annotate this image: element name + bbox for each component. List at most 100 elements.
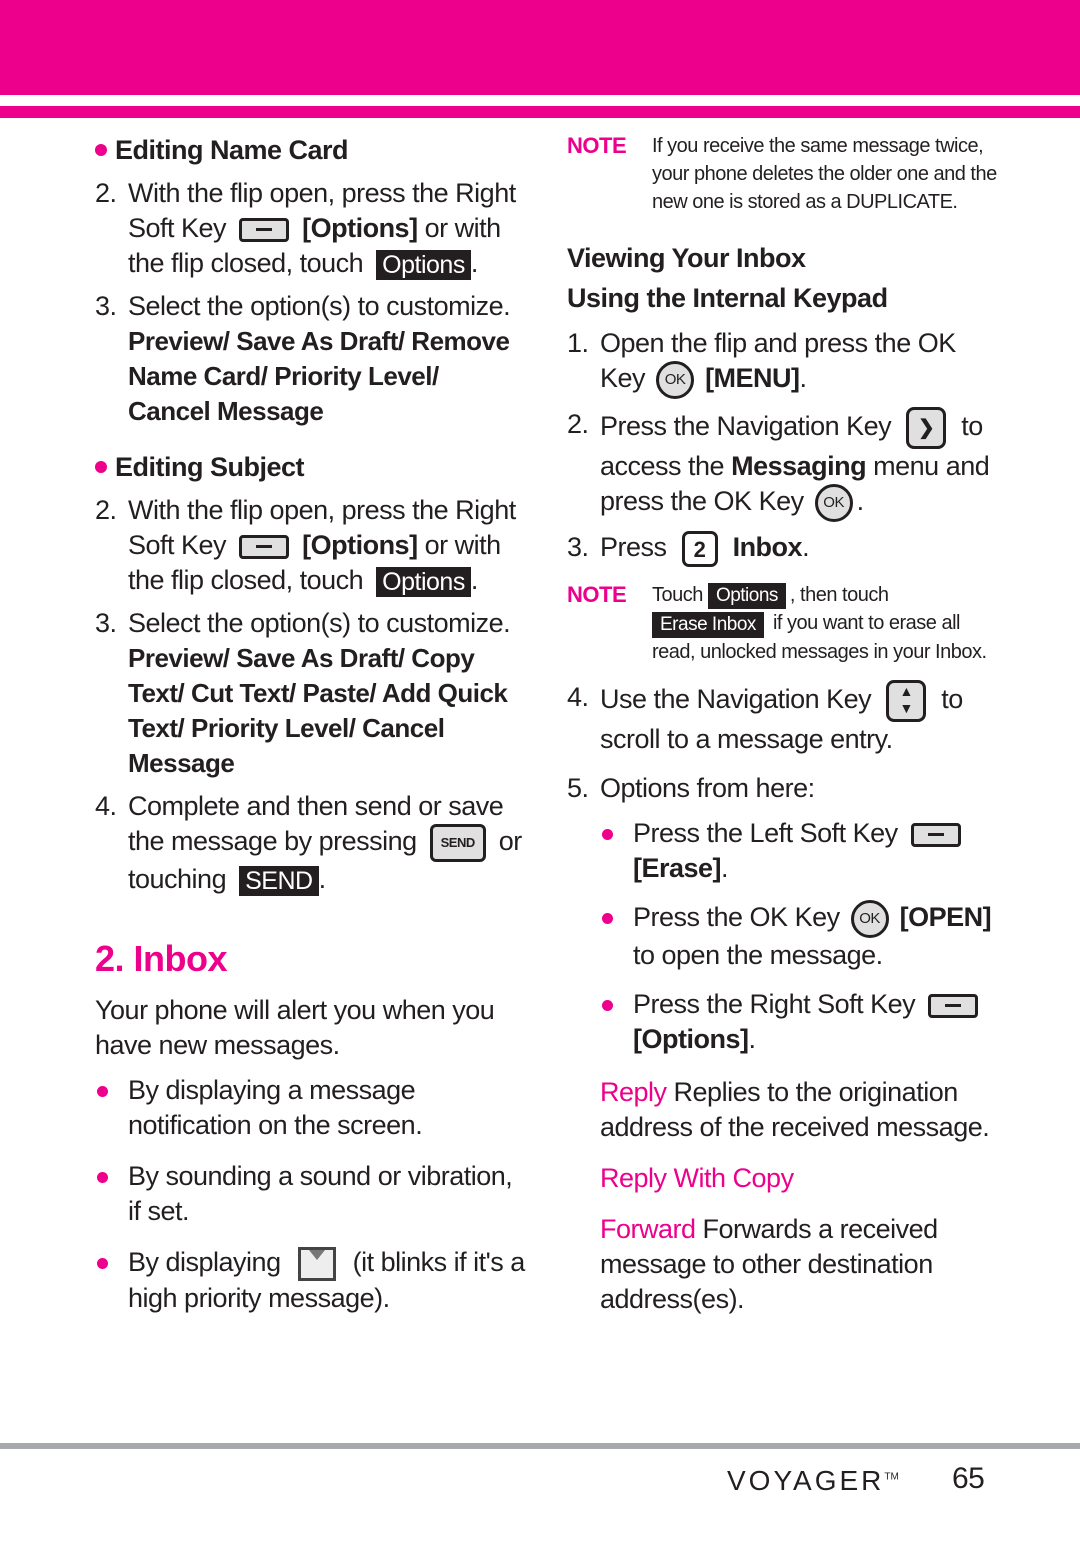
bullet-icon [95,461,107,473]
page-number: 65 [952,1462,985,1495]
step-number: 4. [95,791,117,821]
right-soft-key-icon [239,534,290,559]
step-text: Options from here: [600,773,815,804]
step-text: Select the option(s) to customize. [128,291,511,321]
step-number: 3. [567,532,589,562]
step-body: Open the flip and press the OK Key OK [M… [600,326,997,399]
step-number: 2. [567,409,589,439]
note-duplicate: NOTE If you receive the same message twi… [567,132,997,216]
send-button-icon: SEND [239,865,319,896]
term-name: Reply With Copy [600,1163,794,1194]
bullet-text: Press the OK Key OK [OPEN] to open the m… [633,900,997,973]
step-number: 2. [95,495,117,525]
step-5: 5. Options from here: [567,771,997,806]
left-column: Editing Name Card 2. With the flip open,… [95,132,525,1316]
step-number: 1. [567,328,589,358]
period: . [318,864,327,894]
bullet-text-pre: Press the OK Key [633,902,840,933]
period: . [470,565,479,595]
footer-rule [0,1443,1080,1449]
step-text: Press [600,532,667,562]
step-2: 2. With the flip open, press the Right S… [95,176,525,281]
term-name: Reply [600,1077,667,1108]
bullet-text-pre: Press the Left Soft Key [633,818,898,849]
bullet-text-pre: Press the Right Soft Key [633,989,916,1020]
note-text-mid: , then touch [789,583,889,606]
inbox-title: 2. Inbox [95,938,228,979]
step-3: 3. Select the option(s) to customize. Pr… [95,289,525,429]
ok-key-icon: OK [814,484,853,522]
options-label: [Options] [302,213,418,243]
step-4: 4. Complete and then send or save the me… [95,789,525,897]
key-2-icon: 2 [681,530,718,567]
step-number: 5. [567,773,589,804]
messaging-label: Messaging [731,451,867,481]
header-stripe [0,106,1080,118]
bullet-text: Press the Left Soft Key [Erase]. [633,816,967,886]
step-3: 3. Select the option(s) to customize. Pr… [95,606,525,781]
right-soft-key-icon [928,993,979,1018]
options-sub-list: Press the Left Soft Key [Erase]. Press t… [567,816,997,1057]
bullet-icon [95,1159,128,1229]
period: . [721,853,729,884]
step-text: Select the option(s) to customize. [128,608,511,638]
step-body: Use the Navigation Key ▲ ▼ to scroll to a… [600,680,997,757]
step-2: 2. With the flip open, press the Right S… [95,493,525,598]
bullet-text-post: to open the message. [633,940,883,971]
period: . [470,248,479,278]
step-text: Press the Navigation Key [600,411,892,442]
erase-label: [Erase] [633,853,722,884]
bullet-text: By displaying a message notification on … [128,1075,423,1140]
options-list: Preview/ Save As Draft/ Remove Name Card… [128,326,510,426]
section-subheading: Using the Internal Keypad [567,283,888,313]
ok-key-icon: OK [850,900,889,939]
term-reply: Reply Replies to the origination address… [600,1075,997,1145]
open-label: [OPEN] [899,902,992,933]
step-body: Complete and then send or save the messa… [128,789,525,897]
step-number: 2. [95,178,117,208]
note-erase-inbox: NOTE Touch Options, then touch Erase Inb… [567,581,997,666]
term-reply-with-copy: Reply With Copy [600,1161,997,1196]
navigation-up-down-key-icon: ▲ ▼ [886,680,927,723]
bullet-icon [600,900,633,973]
bullet-text: Press the Right Soft Key [Options]. [633,987,984,1057]
option-terms: Reply Replies to the origination address… [567,1075,997,1317]
sub-bullet-open: Press the OK Key OK [OPEN] to open the m… [600,900,997,973]
inbox-intro: Your phone will alert you when you have … [95,995,495,1060]
bullet-icon [600,987,633,1057]
step-number: 4. [567,682,589,713]
envelope-icon [297,1246,336,1281]
step-number: 3. [95,291,117,321]
left-soft-key-icon [910,822,961,847]
term-name: Forward [600,1214,696,1245]
section-heading: Viewing Your Inbox [567,243,806,273]
footer-brand: VOYAGERTM [727,1465,899,1497]
bullet-icon [95,144,107,156]
section-viewing-inbox: Viewing Your Inbox Using the Internal Ke… [567,238,997,318]
bullet-icon [600,816,633,886]
period: . [856,486,865,517]
note-text: Touch Options, then touch Erase Inbox if… [652,581,997,666]
step-body: Press the Navigation Key ❯ to access the… [600,407,997,522]
section-editing-name-card: Editing Name Card [95,132,525,168]
right-column: NOTE If you receive the same message twi… [567,132,997,1317]
period: . [748,1024,756,1055]
step-4: 4. Use the Navigation Key ▲ ▼ to scroll t… [567,680,997,757]
note-text: If you receive the same message twice, y… [652,135,997,213]
bullet-text: By sounding a sound or vibration, if set… [128,1161,513,1226]
options-button-icon: Options [376,566,471,597]
send-key-icon: SEND [429,824,486,862]
sub-bullet-options: Press the Right Soft Key [Options]. [600,987,997,1057]
step-1: 1. Open the flip and press the OK Key OK… [567,326,997,399]
step-body: With the flip open, press the Right Soft… [128,493,525,598]
step-body: Select the option(s) to customize. Previ… [128,606,525,781]
header-bar [0,0,1080,95]
step-2: 2. Press the Navigation Key ❯ to access … [567,407,997,522]
section-editing-subject: Editing Subject [95,449,525,485]
bullet-item: By displaying (it blinks if it's a high … [95,1245,525,1316]
step-body: With the flip open, press the Right Soft… [128,176,525,281]
trademark: TM [884,1471,899,1483]
bullet-item: By sounding a sound or vibration, if set… [95,1159,525,1229]
right-soft-key-icon [239,217,290,242]
options-list: Preview/ Save As Draft/ Copy Text/ Cut T… [128,643,508,778]
